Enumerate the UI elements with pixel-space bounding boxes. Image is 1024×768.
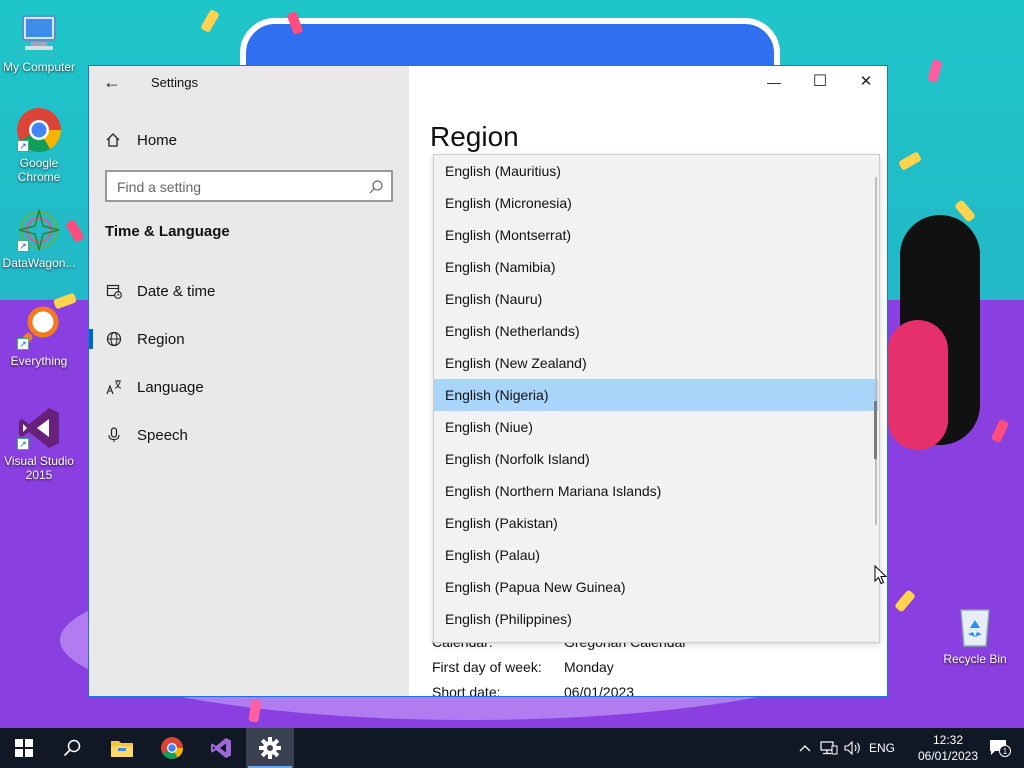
action-center-button[interactable]: 1 xyxy=(980,728,1020,768)
language-icon xyxy=(105,378,123,396)
chrome-icon xyxy=(161,737,183,759)
page-title: Region xyxy=(430,121,519,152)
taskbar: ENG 12:32 06/01/2023 1 xyxy=(0,728,1024,768)
shortcut-arrow-icon: ↗ xyxy=(17,338,29,350)
settings-nav-pane: Home Find a setting Time & Language Date… xyxy=(89,66,409,696)
sidebar-item-label: Region xyxy=(137,330,185,348)
globe-icon xyxy=(105,330,123,348)
shortcut-arrow-icon: ↗ xyxy=(17,240,29,252)
desktop-icon-everything[interactable]: ↗ Everything xyxy=(0,304,78,368)
taskbar-visual-studio[interactable] xyxy=(197,728,245,768)
list-item[interactable]: English (Norfolk Island) xyxy=(434,443,878,475)
gear-icon xyxy=(259,737,281,759)
list-item[interactable]: English (Palau) xyxy=(434,539,878,571)
sidebar-item-label: Speech xyxy=(137,426,188,444)
scrollbar-thumb[interactable] xyxy=(874,401,877,459)
calendar-clock-icon xyxy=(105,282,123,300)
window-title: Settings xyxy=(151,75,198,90)
sidebar-item-speech[interactable]: Speech xyxy=(89,415,409,455)
find-setting-search[interactable]: Find a setting xyxy=(105,170,393,202)
taskbar-clock[interactable]: 12:32 06/01/2023 xyxy=(916,732,980,764)
list-item[interactable]: English (Namibia) xyxy=(434,251,878,283)
sidebar-item-label: Date & time xyxy=(137,282,216,300)
list-item[interactable]: English (Pakistan) xyxy=(434,507,878,539)
input-language-indicator[interactable]: ENG xyxy=(866,728,898,768)
list-item[interactable]: English (Northern Mariana Islands) xyxy=(434,475,878,507)
search-icon xyxy=(369,180,383,194)
desktop-icon-my-computer[interactable]: My Computer xyxy=(0,10,78,74)
network-icon xyxy=(820,741,838,755)
home-icon xyxy=(105,132,121,148)
magnifier-icon: ↗ xyxy=(15,304,63,352)
list-item[interactable]: English (New Zealand) xyxy=(434,347,878,379)
chevron-up-icon xyxy=(799,745,811,752)
desktop-icon-datawagon[interactable]: ↗ DataWagon... xyxy=(0,206,78,270)
desktop-icon-visual-studio[interactable]: ↗ Visual Studio 2015 xyxy=(0,404,78,482)
notification-icon: 1 xyxy=(990,740,1011,757)
list-item[interactable]: English (Philippines) xyxy=(434,603,878,635)
show-hidden-icons-button[interactable] xyxy=(796,728,814,768)
region-format-row: First day of week: Monday xyxy=(432,659,614,675)
taskbar-file-explorer[interactable] xyxy=(98,728,146,768)
shortcut-arrow-icon: ↗ xyxy=(17,140,29,152)
region-format-row: Short date: 06/01/2023 xyxy=(432,684,635,697)
selected-indicator xyxy=(89,329,93,349)
chrome-icon: ↗ xyxy=(15,106,63,154)
sidebar-item-date-time[interactable]: Date & time xyxy=(89,271,409,311)
back-arrow-icon[interactable]: ← xyxy=(103,72,123,92)
notification-count: 1 xyxy=(1003,747,1008,756)
network-status[interactable] xyxy=(818,728,840,768)
list-item[interactable]: English (Micronesia) xyxy=(434,187,878,219)
list-item-selected[interactable]: English (Nigeria) xyxy=(434,379,878,411)
desktop-icon-google-chrome[interactable]: ↗ Google Chrome xyxy=(0,106,78,184)
taskbar-settings[interactable] xyxy=(246,728,294,768)
list-item[interactable]: English (Papua New Guinea) xyxy=(434,571,878,603)
list-item[interactable]: English (Netherlands) xyxy=(434,315,878,347)
taskbar-search-button[interactable] xyxy=(48,728,96,768)
folder-icon xyxy=(111,741,133,757)
datawagon-icon: ↗ xyxy=(15,206,63,254)
speaker-icon xyxy=(844,741,860,755)
list-item[interactable]: English (Mauritius) xyxy=(434,155,878,187)
nav-section-title: Time & Language xyxy=(105,223,230,240)
search-icon xyxy=(63,739,81,757)
settings-window: Home Find a setting Time & Language Date… xyxy=(88,65,888,697)
volume-control[interactable] xyxy=(842,728,864,768)
sidebar-item-region[interactable]: Region xyxy=(89,319,409,359)
mouse-cursor-icon xyxy=(874,565,888,585)
visual-studio-icon: ↗ xyxy=(15,404,63,452)
sidebar-item-label: Language xyxy=(137,378,204,396)
start-button[interactable] xyxy=(0,728,48,768)
recycle-bin-icon xyxy=(951,602,999,650)
list-item[interactable]: English (Nauru) xyxy=(434,283,878,315)
shortcut-arrow-icon: ↗ xyxy=(17,438,29,450)
taskbar-chrome[interactable] xyxy=(148,728,196,768)
clock-date: 06/01/2023 xyxy=(917,749,979,763)
computer-icon xyxy=(15,10,63,58)
search-placeholder: Find a setting xyxy=(117,179,202,195)
microphone-icon xyxy=(105,426,123,444)
list-item[interactable]: English (Montserrat) xyxy=(434,219,878,251)
windows-logo-icon xyxy=(15,739,33,757)
desktop-icon-recycle-bin[interactable]: Recycle Bin xyxy=(936,602,1014,666)
sidebar-item-language[interactable]: Language xyxy=(89,367,409,407)
clock-time: 12:32 xyxy=(932,733,964,747)
dropdown-scrollbar[interactable] xyxy=(874,177,877,525)
nav-home[interactable]: Home xyxy=(105,129,177,151)
visual-studio-icon xyxy=(211,738,231,758)
nav-home-label: Home xyxy=(137,131,178,149)
regional-format-dropdown-list[interactable]: English (Mauritius) English (Micronesia)… xyxy=(433,154,880,643)
list-item[interactable]: English (Niue) xyxy=(434,411,878,443)
